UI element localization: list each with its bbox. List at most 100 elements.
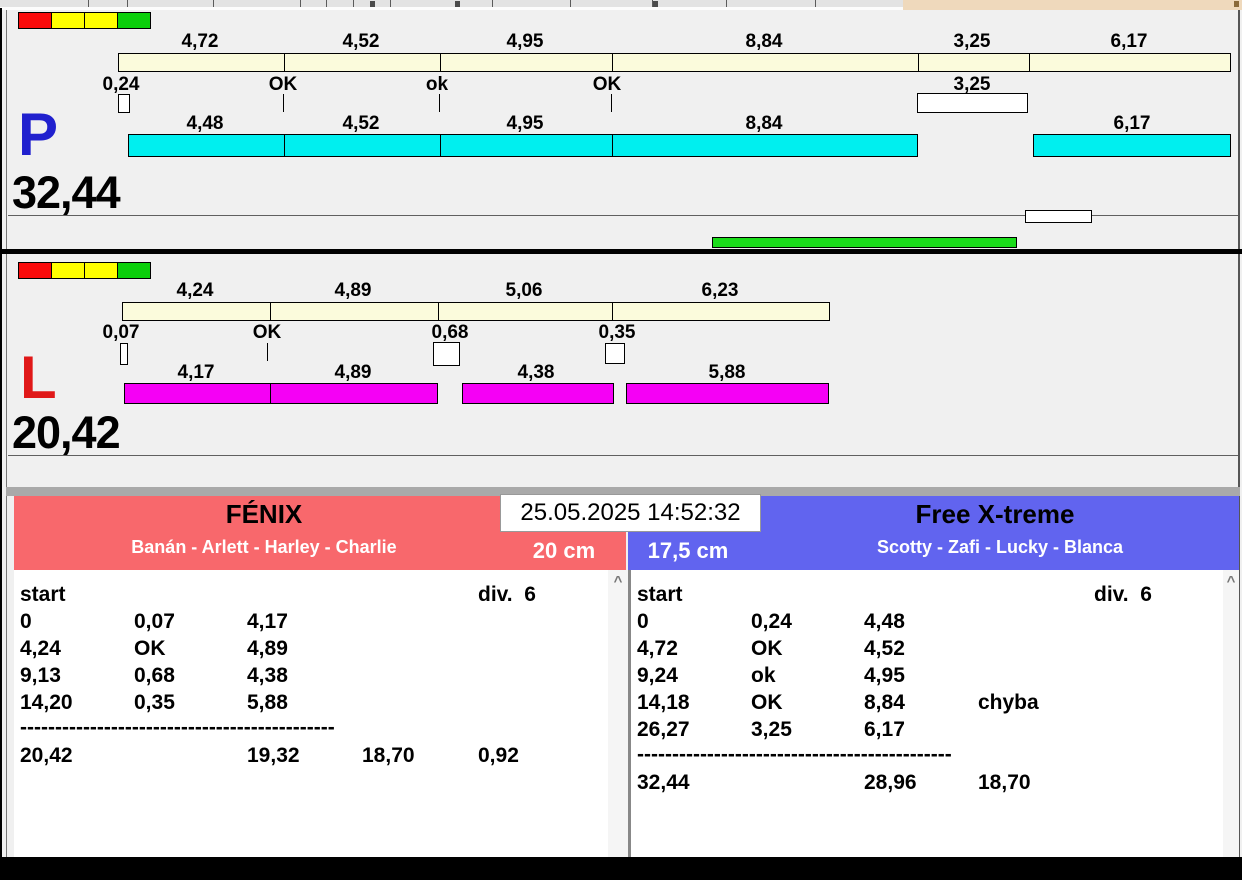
log-cell-error: chyba (978, 689, 1039, 716)
lane-l-status-mark: 0,35 (562, 322, 672, 344)
lane-l-tick (267, 343, 268, 361)
lane-p-tick (283, 94, 284, 112)
lane-l-status-mark: 0,68 (395, 322, 505, 344)
lane-p-planned-label: 3,25 (917, 31, 1027, 53)
team-right-log-scrollbar[interactable]: ^ (1223, 570, 1239, 857)
log-cell: OK (134, 635, 166, 662)
log-cell: 0,35 (134, 689, 175, 716)
scroll-up-icon[interactable]: ^ (608, 574, 628, 589)
log-total: 20,42 (20, 742, 73, 769)
lane-l-run-bar (462, 383, 614, 404)
log-cell: ok (751, 662, 776, 689)
lane-p-planned-label: 4,52 (306, 31, 416, 53)
team-left-log-scrollbar[interactable]: ^ (608, 570, 628, 857)
log-cell: 4,89 (247, 635, 288, 662)
lane-l-status-mark: OK (212, 322, 322, 344)
team-left-name: FÉNIX (14, 499, 514, 530)
log-separator: ----------------------------------------… (637, 741, 1005, 768)
scroll-up-icon[interactable]: ^ (1223, 574, 1239, 589)
team-right-jump-height: 17,5 cm (628, 538, 748, 564)
lane-p-run-label: 4,52 (306, 113, 416, 135)
lane-l-fault-marker (433, 342, 460, 366)
bar-divider (612, 303, 613, 320)
log-cell: OK (751, 635, 783, 662)
window-border-left-inner (6, 10, 7, 857)
log-cell: 0,24 (751, 608, 792, 635)
lane-l-start-marker (120, 343, 128, 365)
bar-divider (440, 135, 441, 156)
team-right-name: Free X-treme (745, 499, 1242, 530)
lane-p-status-mark: ok (382, 74, 492, 96)
log-cell: OK (751, 689, 783, 716)
bar-divider (438, 303, 439, 320)
lane-p-run-bar (128, 134, 918, 157)
lane-l-fault-marker (605, 343, 625, 364)
lane-p-penalty-marker (917, 93, 1028, 113)
datetime-display: 25.05.2025 14:52:32 (500, 494, 761, 532)
lane-l-run-label: 4,38 (481, 362, 591, 384)
lane-p-status-mark: 0,24 (66, 74, 176, 96)
lane-p-total: 32,44 (12, 170, 120, 215)
lane-l-total: 20,42 (12, 410, 120, 455)
lane-p-indicator-green (117, 12, 151, 29)
lane-p-run-label: 6,17 (1077, 113, 1187, 135)
log-cell: 9,24 (637, 662, 678, 689)
log-cell: 8,84 (864, 689, 905, 716)
lane-l-planned-bar (122, 302, 830, 321)
lane-p-indicator-yellow1 (51, 12, 85, 29)
lane-l-run-bar (124, 383, 438, 404)
flyball-timing-window: 4,72 4,52 4,95 8,84 3,25 6,17 0,24 OK ok… (0, 0, 1242, 880)
lane-divider (0, 249, 1242, 254)
lane-l-planned-label: 4,24 (140, 280, 250, 302)
bar-divider (612, 135, 613, 156)
lane-l-planned-label: 5,06 (469, 280, 579, 302)
lane-p-progress-bar (712, 237, 1017, 248)
team-right-dogs: Scotty - Zafi - Lucky - Blanca (750, 537, 1242, 558)
lane-l-indicator-green (117, 262, 151, 279)
window-border-left (0, 8, 2, 858)
lane-p-start-marker (118, 94, 130, 113)
log-cell: 6,17 (864, 716, 905, 743)
log-start-header: start (20, 581, 66, 608)
lane-l-planned-label: 4,89 (298, 280, 408, 302)
lane-p-run-label: 4,48 (150, 113, 260, 135)
lane-p-planned-bar (118, 53, 1231, 72)
log-cell: 4,72 (637, 635, 678, 662)
lane-l-separator-line (8, 455, 1238, 456)
background-window-titlebar[interactable] (903, 0, 1242, 10)
log-division: div. 6 (478, 581, 536, 608)
log-total: 32,44 (637, 769, 690, 796)
log-total: 19,32 (247, 742, 300, 769)
lane-l-run-label: 4,17 (141, 362, 251, 384)
log-total: 28,96 (864, 769, 917, 796)
bottom-black-bar (0, 857, 1242, 880)
lane-l-status-mark: 0,07 (66, 322, 176, 344)
lane-p-tick (611, 94, 612, 112)
log-division: div. 6 (1094, 581, 1152, 608)
bar-divider (270, 303, 271, 320)
lane-l-run-bar (626, 383, 829, 404)
lane-p-planned-label: 6,17 (1074, 31, 1184, 53)
log-cell: 4,38 (247, 662, 288, 689)
log-total: 18,70 (362, 742, 415, 769)
lane-p-planned-label: 4,72 (145, 31, 255, 53)
titlebar-glyph (1234, 1, 1239, 7)
log-cell: 0 (20, 608, 32, 635)
log-cell: 4,48 (864, 608, 905, 635)
log-total: 0,92 (478, 742, 519, 769)
lane-l-run-label: 4,89 (298, 362, 408, 384)
log-cell: 14,20 (20, 689, 73, 716)
log-start-header: start (637, 581, 683, 608)
lane-p-run-label: 8,84 (709, 113, 819, 135)
lane-p-planned-label: 4,95 (470, 31, 580, 53)
log-cell: 4,17 (247, 608, 288, 635)
log-cell: 0,07 (134, 608, 175, 635)
tab-white-edge (0, 7, 903, 10)
log-separator: ----------------------------------------… (20, 714, 385, 741)
bar-divider (284, 54, 285, 71)
background-window-strip[interactable] (0, 0, 1242, 10)
bar-divider (1029, 54, 1030, 71)
bar-divider (440, 54, 441, 71)
lane-p-tick (439, 94, 440, 112)
team-right-log-panel (631, 570, 1223, 857)
